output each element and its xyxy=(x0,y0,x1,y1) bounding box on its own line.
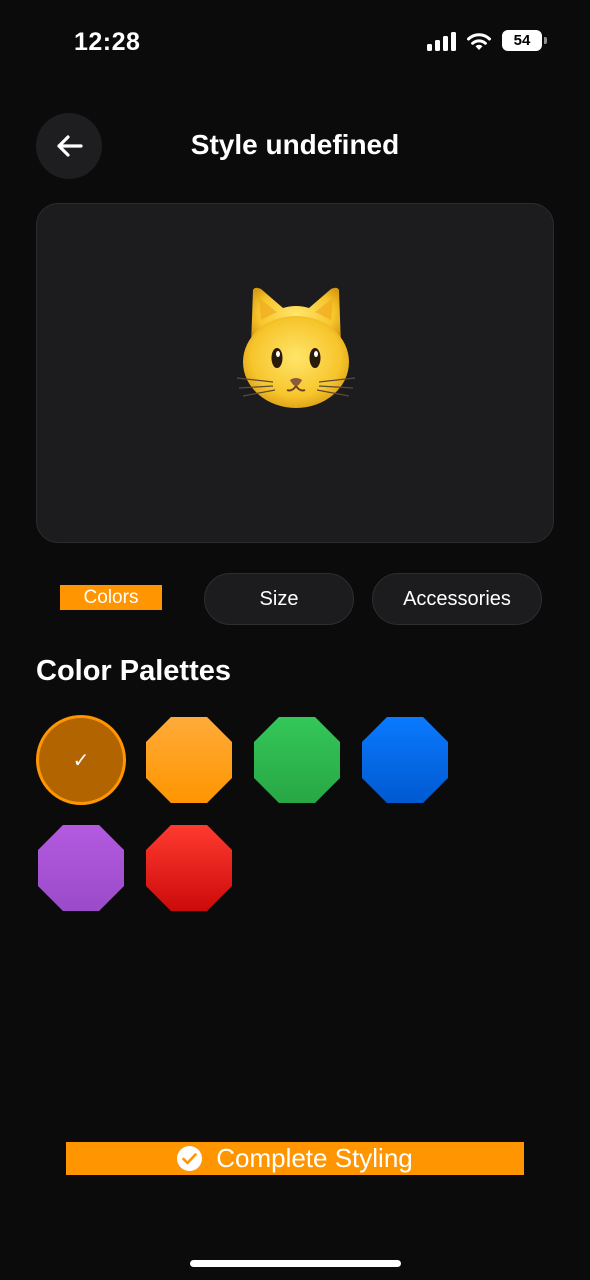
wifi-icon xyxy=(467,32,491,50)
color-swatch-orange[interactable] xyxy=(146,717,232,803)
complete-styling-button[interactable]: Complete Styling xyxy=(66,1142,524,1175)
color-swatch-green[interactable] xyxy=(254,717,340,803)
color-swatch-red[interactable] xyxy=(146,825,232,911)
signal-icon xyxy=(427,31,456,51)
color-swatch-blue[interactable] xyxy=(362,717,448,803)
checkmark-icon: ✓ xyxy=(72,749,90,772)
preview-card xyxy=(36,203,554,543)
color-swatch-purple[interactable] xyxy=(38,825,124,911)
home-indicator[interactable] xyxy=(190,1260,401,1267)
screen: 12:28 54 Style undefined Colors Size Acc… xyxy=(0,0,590,1280)
cat-face-icon xyxy=(237,287,355,408)
tab-colors[interactable]: Colors xyxy=(60,585,162,610)
page-title: Style undefined xyxy=(190,129,400,160)
complete-styling-label: Complete Styling xyxy=(216,1143,413,1173)
status-icons: 54 xyxy=(427,30,547,51)
color-swatch-selected[interactable]: ✓ xyxy=(36,715,126,805)
battery-icon: 54 xyxy=(502,30,547,51)
check-circle-icon xyxy=(177,1146,203,1171)
section-title: Color Palettes xyxy=(36,655,231,687)
tab-size[interactable]: Size xyxy=(204,573,354,625)
tab-accessories[interactable]: Accessories xyxy=(372,573,542,625)
status-time: 12:28 xyxy=(74,28,141,56)
